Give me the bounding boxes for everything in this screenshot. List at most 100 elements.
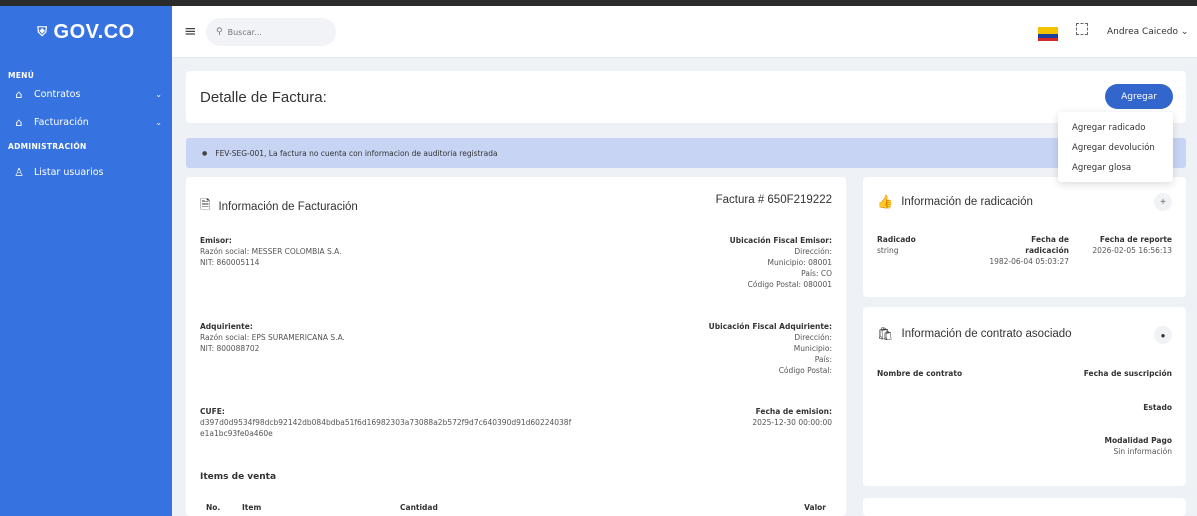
shield-icon: ⛨ — [37, 24, 48, 39]
sidebar-section-menu: MENÚ — [8, 71, 35, 80]
sidebar-item-facturacion[interactable]: ⌂ Facturación ⌄ — [0, 108, 172, 136]
sidebar-item-label: Contratos — [34, 88, 81, 100]
sidebar-item-listar-usuarios[interactable]: ♙ Listar usuarios — [0, 158, 172, 186]
radicado-block: Radicado string — [877, 234, 916, 256]
menu-item-agregar-radicado[interactable]: Agregar radicado — [1058, 118, 1173, 138]
user-name: Andrea Caicedo — [1107, 27, 1178, 37]
search-input[interactable] — [227, 27, 318, 37]
emisor-razon: Razón social: MESSER COLOMBIA S.A. — [200, 247, 342, 256]
cufe-line-2: e1a1bc93fe0a460e — [200, 429, 273, 438]
home-icon: ⌂ — [15, 87, 23, 101]
cufe-heading: CUFE: — [200, 407, 225, 416]
adquiriente-heading: Adquiriente: — [200, 322, 253, 331]
home-icon: ⌂ — [15, 115, 23, 129]
chevron-down-icon: ⌄ — [155, 117, 162, 127]
emisor-heading: Emisor: — [200, 236, 232, 245]
adquiriente-pais: País: — [814, 355, 832, 364]
chevron-down-icon: ⌄ — [155, 89, 162, 99]
adquiriente-location-heading: Ubicación Fiscal Adquiriente: — [708, 322, 832, 331]
audit-alert: ● FEV-SEG-001, La factura no cuenta con … — [186, 138, 1186, 168]
invoice-number: Factura # 650F219222 — [715, 194, 832, 206]
add-radicado-button[interactable]: + — [1154, 193, 1172, 211]
sidebar-item-contratos[interactable]: ⌂ Contratos ⌄ — [0, 80, 172, 108]
adquiriente-nit: NIT: 800088702 — [200, 344, 260, 353]
card-title-text: Información de radicación — [901, 196, 1033, 208]
fecha-emision-heading: Fecha de emision: — [755, 407, 832, 416]
adquiriente-razon: Razón social: EPS SURAMERICANA S.A. — [200, 333, 345, 342]
search-icon: ⚲ — [216, 27, 223, 37]
column-header-item: Item — [242, 503, 262, 512]
card-title: 👍 Información de radicación — [877, 194, 1033, 210]
next-card-partial — [863, 498, 1186, 516]
fullscreen-icon[interactable] — [1076, 23, 1088, 35]
radicado-value: string — [877, 246, 899, 255]
adquiriente-municipio: Municipio: — [793, 344, 832, 353]
fecha-emision-block: Fecha de emision: 2025-12-30 00:00:00 — [752, 406, 832, 428]
card-title: 🛍 Información de contrato asociado — [877, 326, 1072, 342]
sidebar: ⛨ GOV.CO MENÚ ⌂ Contratos ⌄ ⌂ Facturació… — [0, 6, 172, 516]
modalidad-block: Modalidad Pago Sin información — [1105, 435, 1172, 457]
cufe-line-1: d397d0d9534f98dcb92142db084bdba51f6d1698… — [200, 418, 572, 427]
chevron-down-icon: ⌄ — [1180, 27, 1189, 37]
emisor-location-block: Ubicación Fiscal Emisor: Dirección: Muni… — [730, 235, 832, 290]
emisor-nit: NIT: 860005114 — [200, 258, 260, 267]
adquiriente-postal: Código Postal: — [778, 366, 832, 375]
info-icon: ● — [202, 149, 208, 157]
fecha-reporte-block: Fecha de reporte 2026-02-05 16:56:13 — [1092, 234, 1172, 256]
modalidad-label: Modalidad Pago — [1104, 436, 1172, 445]
emisor-municipio: Municipio: 08001 — [767, 258, 832, 267]
radicado-label: Radicado — [877, 235, 916, 244]
contract-name-label: Nombre de contrato — [877, 369, 963, 378]
emisor-pais: País: CO — [801, 269, 832, 278]
sidebar-item-label: Listar usuarios — [34, 166, 104, 178]
fecha-reporte-value: 2026-02-05 16:56:13 — [1092, 246, 1172, 255]
fecha-reporte-label: Fecha de reporte — [1099, 235, 1172, 244]
page-header: Detalle de Factura: Agregar — [186, 71, 1186, 123]
fecha-radicacion-label-2: radicación — [1025, 246, 1069, 255]
fecha-radicacion-value: 1982-06-04 05:03:27 — [989, 257, 1069, 266]
cufe-block: CUFE: d397d0d9534f98dcb92142db084bdba51f… — [200, 406, 571, 439]
gov-logo[interactable]: ⛨ GOV.CO — [0, 6, 172, 58]
contract-name-block: Nombre de contrato — [877, 368, 962, 379]
user-icon: ♙ — [14, 165, 24, 179]
items-title: Items de venta — [200, 472, 277, 482]
shopping-bag-icon: 🛍 — [877, 326, 894, 341]
colombia-flag-icon[interactable] — [1038, 27, 1058, 41]
emisor-postal: Código Postal: 080001 — [747, 280, 832, 289]
billing-info-card: 🗎 Información de Facturación Factura # 6… — [186, 177, 846, 516]
card-title-text: Información de Facturación — [218, 201, 358, 213]
adquiriente-direccion: Dirección: — [794, 333, 832, 342]
suscripcion-block: Fecha de suscripción — [1084, 368, 1172, 379]
adquiriente-location-block: Ubicación Fiscal Adquiriente: Dirección:… — [709, 321, 832, 376]
fecha-radicacion-label-1: Fecha de — [1031, 235, 1069, 244]
user-menu[interactable]: Andrea Caicedo ⌄ — [1107, 27, 1188, 37]
add-dropdown-menu: Agregar radicado Agregar devolución Agre… — [1058, 112, 1173, 182]
menu-icon[interactable]: ≡ — [184, 22, 197, 40]
column-header-cantidad: Cantidad — [400, 503, 438, 512]
emisor-direccion: Dirección: — [794, 247, 832, 256]
column-header-valor: Valor — [804, 503, 826, 512]
logo-text: GOV.CO — [53, 20, 135, 43]
card-title: 🗎 Información de Facturación — [200, 196, 358, 218]
alert-text: FEV-SEG-001, La factura no cuenta con in… — [215, 148, 498, 158]
invoice-icon: 🗎 — [200, 197, 211, 212]
sidebar-section-admin: ADMINISTRACIÓN — [8, 142, 87, 151]
column-header-no: No. — [206, 503, 221, 512]
topbar: ≡ ⚲ Andrea Caicedo ⌄ — [172, 6, 1197, 58]
add-button[interactable]: Agregar — [1105, 84, 1173, 109]
emisor-block: Emisor: Razón social: MESSER COLOMBIA S.… — [200, 235, 342, 268]
menu-item-agregar-glosa[interactable]: Agregar glosa — [1058, 158, 1173, 178]
radication-info-card: 👍 Información de radicación + Radicado s… — [863, 177, 1186, 297]
thumbs-up-icon: 👍 — [877, 194, 894, 209]
card-title-text: Información de contrato asociado — [901, 328, 1072, 340]
estado-block: Estado — [1143, 402, 1172, 413]
adquiriente-block: Adquiriente: Razón social: EPS SURAMERIC… — [200, 321, 345, 354]
search-box[interactable]: ⚲ — [206, 18, 336, 46]
emisor-location-heading: Ubicación Fiscal Emisor: — [729, 236, 832, 245]
fecha-radicacion-block: Fecha de radicación 1982-06-04 05:03:27 — [983, 234, 1069, 267]
menu-item-agregar-devolucion[interactable]: Agregar devolución — [1058, 138, 1173, 158]
sidebar-item-label: Facturación — [34, 116, 89, 128]
modalidad-value: Sin información — [1113, 447, 1172, 456]
view-contract-button[interactable]: ● — [1154, 326, 1172, 344]
suscripcion-label: Fecha de suscripción — [1083, 369, 1172, 378]
